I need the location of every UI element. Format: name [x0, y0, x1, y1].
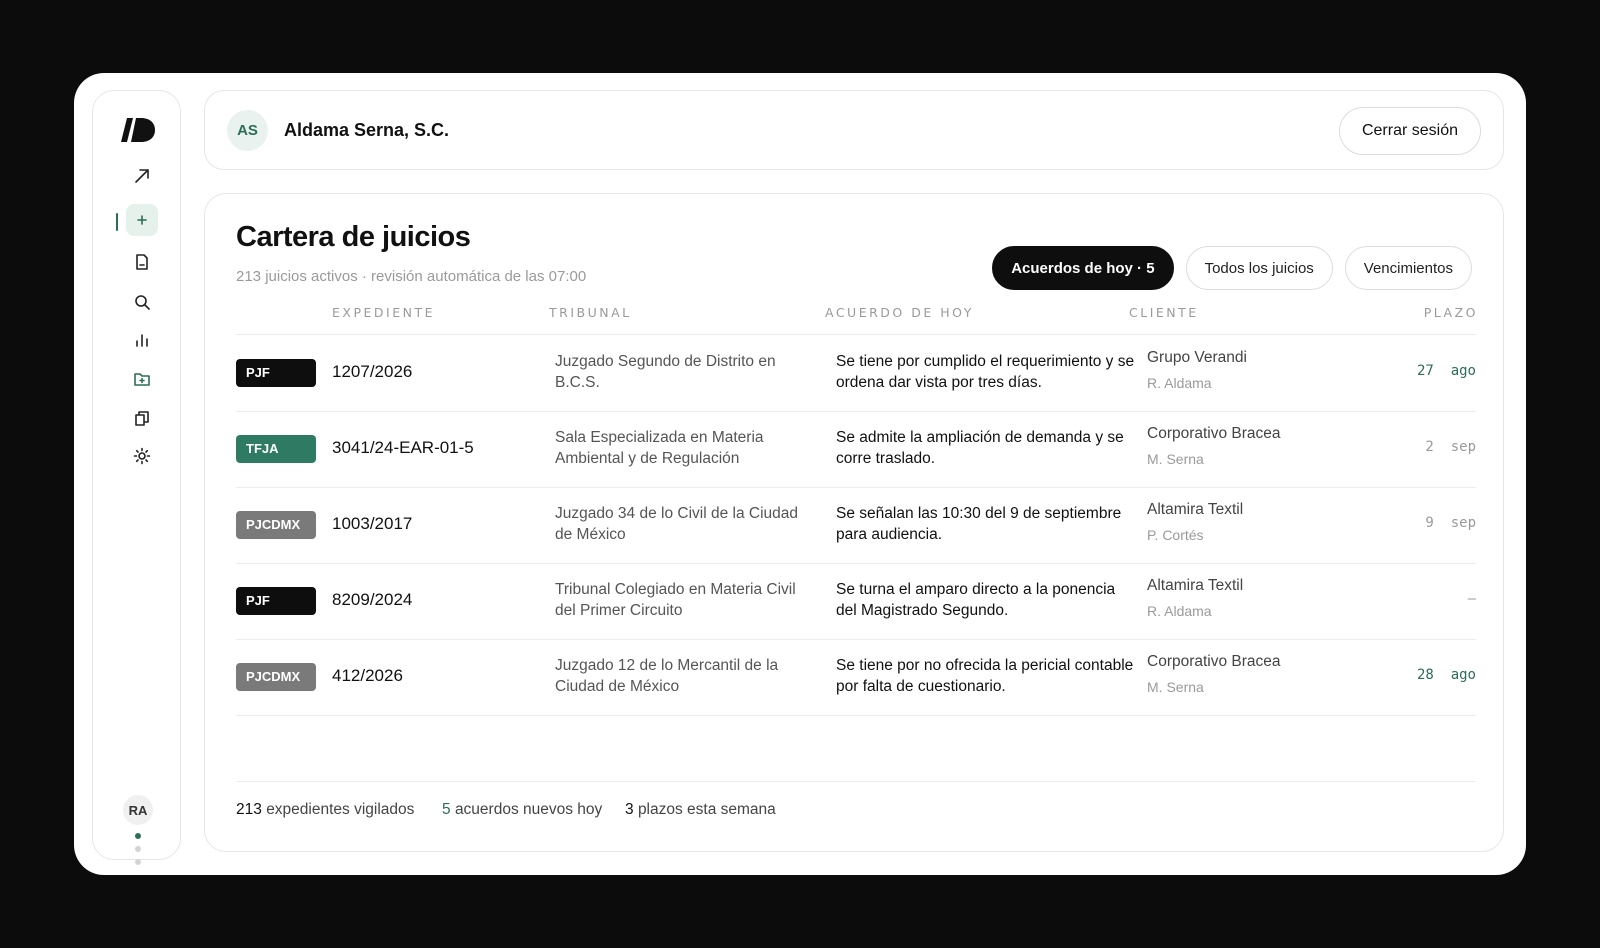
pagination-dots[interactable] [135, 833, 141, 872]
pagination-dot[interactable] [135, 846, 141, 852]
sun-icon [133, 447, 151, 465]
nav-item-reports[interactable] [126, 324, 158, 356]
filter-chips: Acuerdos de hoy · 5 Todos los juicios Ve… [992, 246, 1472, 290]
stat-acuerdos-label: acuerdos nuevos hoy [454, 801, 603, 818]
stat-plazos-number: 3 [625, 801, 634, 818]
expediente-number[interactable]: 1207/2026 [332, 362, 412, 382]
nav-item-files[interactable] [126, 402, 158, 434]
lawyer-name: M. Serna [1147, 679, 1204, 695]
summary-footer: 213 expedientes vigilados 5 acuerdos nue… [236, 781, 1476, 818]
court-badge: TFJA [236, 435, 316, 463]
column-header-plazo[interactable]: PLAZO [1424, 305, 1478, 320]
active-indicator [116, 213, 118, 231]
document-icon [136, 254, 148, 270]
org-avatar: AS [227, 110, 268, 151]
deadline: 2 sep [1425, 439, 1476, 455]
tribunal-name: Tribunal Colegiado en Materia Civil del … [555, 581, 796, 619]
tribunal-name: Juzgado 34 de lo Civil de la Ciudad de M… [555, 505, 798, 543]
deadline: – [1467, 591, 1476, 607]
cases-panel: Cartera de juicios 213 juicios activos ·… [204, 193, 1504, 852]
org-name: Aldama Serna, S.C. [284, 120, 450, 140]
column-header-cliente[interactable]: CLIENTE [1129, 305, 1199, 320]
stat-acuerdos-number: 5 [442, 801, 451, 818]
files-icon [135, 411, 149, 426]
acuerdo-text: Se señalan las 10:30 del 9 de septiembre… [836, 505, 1122, 543]
stat-vigilados: 213 expedientes vigilados [236, 801, 414, 819]
stat-vigilados-label: expedientes vigilados [266, 801, 415, 818]
acuerdo-text: Se tiene por cumplido el requerimiento y… [836, 353, 1135, 391]
tribunal-name: Sala Especializada en Materia Ambiental … [555, 429, 764, 467]
deadline: 28 ago [1416, 667, 1476, 683]
client-name: Altamira Textil [1147, 501, 1244, 518]
folder-icon [134, 373, 150, 386]
table-row[interactable]: TFJA 3041/24-EAR-01-5 Sala Especializada e… [236, 411, 1476, 488]
logo [121, 118, 155, 142]
table-header: EXPEDIENTE TRIBUNAL ACUERDO DE HOY CLIEN… [236, 303, 1476, 335]
nav-item-settings[interactable] [126, 440, 158, 472]
lawyer-name: R. Aldama [1147, 375, 1212, 391]
nav-item-folders[interactable] [126, 363, 158, 395]
top-header: AS Aldama Serna, S.C. Cerrar sesión [204, 90, 1504, 170]
deadline: 9 sep [1425, 515, 1476, 531]
expediente-number[interactable]: 1003/2017 [332, 514, 412, 534]
court-badge: PJCDMX [236, 511, 316, 539]
table-row[interactable]: PJF 1207/2026 Juzgado Segundo de Distrito … [236, 335, 1476, 412]
nav-item-documents[interactable] [126, 246, 158, 278]
arrow-up-right-icon [135, 169, 149, 183]
nav-item-trending[interactable] [126, 160, 158, 192]
column-header-expediente[interactable]: EXPEDIENTE [332, 305, 435, 320]
nav-item-new[interactable] [126, 204, 158, 236]
filter-vencimientos[interactable]: Vencimientos [1344, 246, 1472, 290]
filter-todos-juicios[interactable]: Todos los juicios [1185, 246, 1333, 290]
court-badge: PJCDMX [236, 663, 316, 691]
stat-plazos: 3 plazos esta semana [625, 801, 776, 819]
user-avatar[interactable]: RA [123, 795, 153, 825]
acuerdo-text: Se tiene por no ofrecida la pericial con… [836, 657, 1134, 695]
deadline: 27 ago [1416, 363, 1476, 379]
page-title: Cartera de juicios [236, 221, 471, 253]
client-name: Altamira Textil [1147, 577, 1244, 594]
lawyer-name: R. Aldama [1147, 603, 1212, 619]
stat-acuerdos: 5 acuerdos nuevos hoy [442, 801, 602, 819]
plus-icon [137, 215, 147, 225]
pagination-dot[interactable] [135, 859, 141, 865]
logout-button[interactable]: Cerrar sesión [1338, 107, 1481, 155]
tribunal-name: Juzgado Segundo de Distrito en B.C.S. [555, 353, 776, 391]
app-window: RA AS Aldama Serna, S.C. Cerrar sesión C… [74, 73, 1526, 875]
acuerdo-text: Se admite la ampliación de demanda y se … [836, 429, 1124, 467]
column-header-tribunal[interactable]: TRIBUNAL [549, 305, 632, 320]
client-name: Grupo Verandi [1147, 349, 1247, 366]
table-row[interactable]: PJCDMX 412/2026 Juzgado 12 de lo Mercantil… [236, 639, 1476, 716]
page-subtitle: 213 juicios activos · revisión automátic… [236, 268, 587, 285]
bar-chart-icon [136, 334, 148, 347]
stat-vigilados-number: 213 [236, 801, 262, 818]
court-badge: PJF [236, 587, 316, 615]
table-row[interactable]: PJF 8209/2024 Tribunal Colegiado en Materi… [236, 563, 1476, 640]
client-name: Corporativo Bracea [1147, 653, 1281, 670]
search-icon [135, 295, 150, 310]
expediente-number[interactable]: 8209/2024 [332, 590, 412, 610]
client-name: Corporativo Bracea [1147, 425, 1281, 442]
stat-plazos-label: plazos esta semana [637, 801, 776, 818]
nav-item-search[interactable] [126, 286, 158, 318]
acuerdo-text: Se turna el amparo directo a la ponencia… [836, 581, 1116, 619]
table-row[interactable]: PJCDMX 1003/2017 Juzgado 34 de lo Civil de… [236, 487, 1476, 564]
lawyer-name: M. Serna [1147, 451, 1204, 467]
court-badge: PJF [236, 359, 316, 387]
lawyer-name: P. Cortés [1147, 527, 1204, 543]
expediente-number[interactable]: 412/2026 [332, 666, 403, 686]
column-header-acuerdo[interactable]: ACUERDO DE HOY [825, 305, 974, 320]
tribunal-name: Juzgado 12 de lo Mercantil de la Ciudad … [555, 657, 779, 695]
sidebar: RA [92, 90, 181, 865]
filter-acuerdos-hoy[interactable]: Acuerdos de hoy · 5 [992, 246, 1174, 290]
pagination-dot-active[interactable] [135, 833, 141, 839]
expediente-number[interactable]: 3041/24-EAR-01-5 [332, 438, 474, 458]
